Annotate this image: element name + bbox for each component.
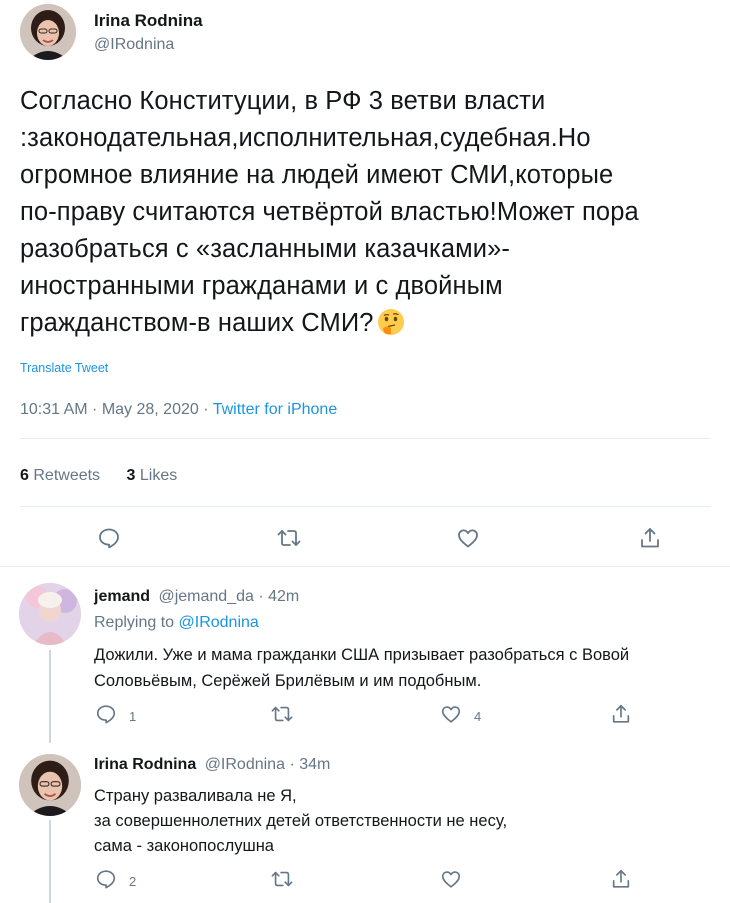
likes-stat[interactable]: 3 Likes (127, 467, 178, 484)
tweet-stats: 6 Retweets 3 Likes (20, 467, 177, 485)
reply-author-handle[interactable]: @IRodnina (205, 756, 285, 773)
like-button[interactable] (440, 868, 462, 895)
thread-line (49, 820, 51, 903)
heart-icon (440, 868, 462, 895)
reply-time[interactable]: · 34m (289, 756, 330, 773)
thread-line (49, 650, 51, 743)
retweet-button[interactable] (270, 703, 294, 730)
like-button[interactable]: 4 (440, 703, 481, 730)
comment-icon (95, 703, 117, 730)
share-icon (638, 526, 662, 555)
meta-separator: · (198, 401, 213, 418)
retweet-button[interactable] (270, 868, 294, 895)
reply-time[interactable]: · 42m (258, 588, 299, 605)
heart-icon (440, 703, 462, 730)
reply-author-handle[interactable]: @jemand_da (158, 588, 253, 605)
reply-author-name[interactable]: Irina Rodnina (94, 756, 196, 773)
retweets-stat[interactable]: 6 Retweets (20, 467, 100, 484)
retweets-count: 6 (20, 467, 29, 484)
reply-avatar[interactable] (19, 754, 81, 816)
retweet-icon (276, 526, 302, 555)
comment-icon (97, 526, 121, 555)
reply-button[interactable]: 1 (95, 703, 136, 730)
translate-tweet-link[interactable]: Translate Tweet (20, 361, 108, 375)
reply-button[interactable] (97, 526, 121, 555)
likes-count: 3 (126, 467, 136, 484)
reply-text: Страну разваливала не Я, за совершенноле… (94, 787, 508, 855)
replying-to-handle[interactable]: @IRodnina (179, 614, 259, 631)
retweet-icon (270, 868, 294, 895)
reply-header: Irina Rodnina @IRodnina · 34m (94, 756, 330, 774)
author-handle[interactable]: @IRodnina (94, 36, 174, 54)
share-button[interactable] (638, 526, 662, 555)
heart-icon (456, 526, 480, 555)
share-icon (610, 868, 632, 895)
reply-header: jemand @jemand_da · 42m (94, 588, 299, 606)
replying-prefix: Replying to (94, 614, 175, 631)
reply-count: 1 (129, 709, 137, 724)
divider (0, 566, 730, 567)
reply-button[interactable]: 2 (95, 868, 136, 895)
like-button[interactable] (456, 526, 480, 555)
tweet-text-body: Согласно Конституции, в РФ 3 ветви власт… (20, 87, 639, 337)
author-avatar[interactable] (20, 4, 76, 60)
comment-icon (95, 868, 117, 895)
reply-count: 2 (129, 874, 137, 889)
share-button[interactable] (610, 868, 632, 895)
likes-label: Likes (139, 467, 178, 484)
tweet-source[interactable]: Twitter for iPhone (213, 401, 338, 418)
reply-avatar[interactable] (19, 583, 81, 645)
retweet-icon (270, 703, 294, 730)
tweet-meta: 10:31 AM · May 28, 2020 · Twitter for iP… (20, 401, 337, 419)
reply-text: Дожили. Уже и мама гражданки США призыва… (94, 646, 630, 690)
tweet-text: Согласно Конституции, в РФ 3 ветви власт… (20, 83, 720, 348)
share-icon (610, 703, 632, 730)
like-count: 4 (474, 709, 482, 724)
author-name[interactable]: Irina Rodnina (94, 11, 203, 31)
reply-author-name[interactable]: jemand (94, 588, 150, 605)
divider (20, 438, 710, 439)
divider (20, 506, 710, 507)
replying-to: Replying to @IRodnina (94, 614, 259, 632)
retweet-button[interactable] (276, 526, 302, 555)
tweet-timestamp[interactable]: 10:31 AM · May 28, 2020 (20, 401, 199, 418)
retweets-label: Retweets (33, 467, 101, 484)
share-button[interactable] (610, 703, 632, 730)
thinking-face-icon (376, 307, 406, 348)
